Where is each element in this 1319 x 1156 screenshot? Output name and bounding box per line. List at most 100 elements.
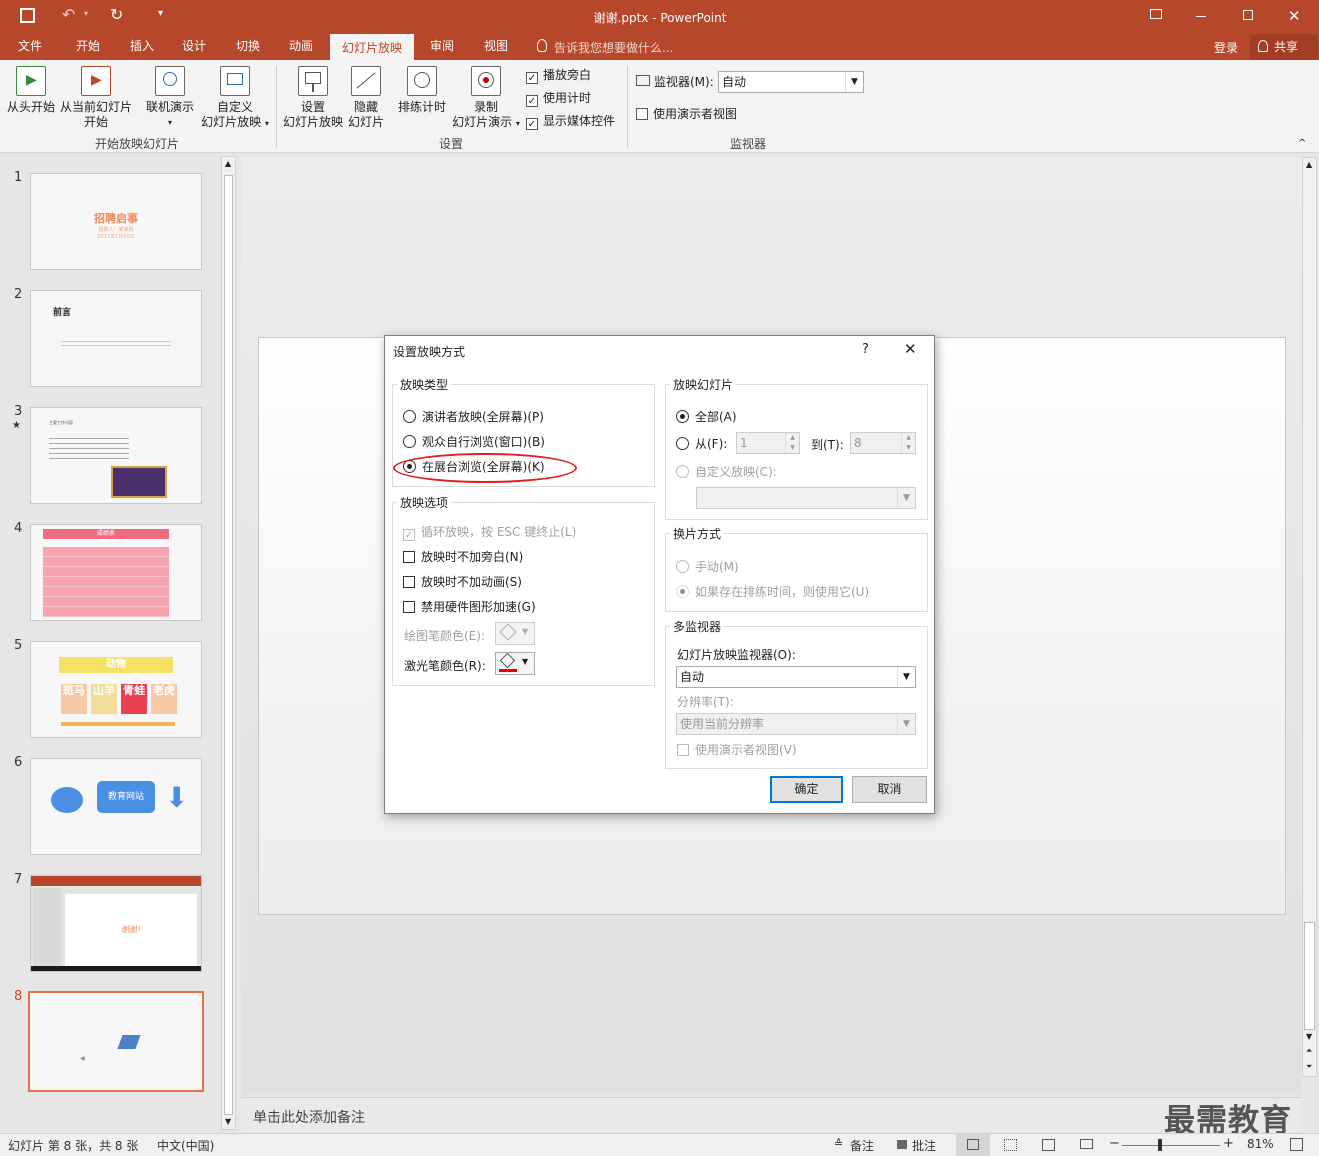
tab-insert[interactable]: 插入: [120, 34, 164, 60]
scroll-up-icon[interactable]: ▲: [225, 159, 231, 168]
fit-to-window-icon[interactable]: [1290, 1138, 1303, 1151]
no-animation-checkbox[interactable]: 放映时不加动画(S): [403, 573, 522, 590]
no-narration-checkbox[interactable]: 放映时不加旁白(N): [403, 548, 523, 565]
slide-number: 3: [14, 404, 23, 419]
online-present-button[interactable]: 联机演示 ▾: [142, 66, 198, 130]
tab-design[interactable]: 设计: [172, 34, 216, 60]
help-icon[interactable]: ?: [862, 342, 869, 357]
chevron-down-icon[interactable]: ▾: [265, 119, 269, 128]
slideshow-view-icon[interactable]: [1080, 1139, 1093, 1149]
scroll-down-icon[interactable]: ▼: [1306, 1032, 1312, 1041]
minimize-icon[interactable]: [1196, 16, 1206, 17]
zoom-level[interactable]: 81%: [1247, 1137, 1274, 1151]
slide-2-title: 前言: [53, 308, 72, 318]
slide-thumbnail-3[interactable]: 主要工作内容: [30, 407, 202, 504]
tab-view[interactable]: 视图: [474, 34, 518, 60]
chevron-down-icon[interactable]: ▾: [142, 115, 198, 130]
slide-scroll-thumb[interactable]: [1304, 922, 1315, 1030]
custom-show-button[interactable]: 自定义 幻灯片放映 ▾: [198, 66, 272, 131]
tab-slideshow[interactable]: 幻灯片放映: [330, 34, 414, 60]
use-timings-check[interactable]: ✓ 使用计时: [526, 89, 591, 107]
tab-animations[interactable]: 动画: [279, 34, 323, 60]
login-link[interactable]: 登录: [1214, 39, 1238, 56]
tab-review[interactable]: 审阅: [420, 34, 464, 60]
record-slideshow-button[interactable]: 录制 幻灯片演示 ▾: [450, 66, 522, 131]
from-slide-radio[interactable]: 从(F):: [676, 435, 727, 452]
radio-selected-icon: [676, 410, 689, 423]
no-narration-label: 放映时不加旁白(N): [421, 550, 524, 564]
zoom-slider-track[interactable]: [1122, 1145, 1220, 1146]
hide-slide-button[interactable]: 隐藏 幻灯片: [346, 66, 386, 130]
setup-slideshow-button[interactable]: 设置 幻灯片放映: [280, 66, 346, 130]
slide-sorter-icon[interactable]: [1004, 1139, 1017, 1151]
language-indicator[interactable]: 中文(中国): [157, 1137, 214, 1154]
presenter-fullscreen-radio[interactable]: 演讲者放映(全屏幕)(P): [403, 408, 544, 425]
next-slide-icon[interactable]: ⏷: [1306, 1062, 1312, 1072]
slide-thumbnail-2[interactable]: 前言: [30, 290, 202, 387]
share-label: 共享: [1274, 40, 1299, 54]
slide-5-cell-2: 山羊: [91, 684, 117, 714]
slide-thumbnail-1[interactable]: 招聘启事 招聘人：某某网 2017年1月10日: [30, 173, 202, 270]
tell-me-box[interactable]: 告诉我您想要做什么...: [554, 39, 673, 56]
thumbnail-scrollbar[interactable]: ▲ ▼: [221, 156, 236, 1130]
slide-number-selected: 8: [14, 989, 23, 1004]
disable-hw-accel-checkbox[interactable]: 禁用硬件图形加速(G): [403, 598, 536, 615]
play-narration-check[interactable]: ✓ 播放旁白: [526, 66, 591, 84]
slide-scrollbar[interactable]: ▲ ▼ ⏶ ⏷: [1302, 157, 1317, 1077]
from-value: 1: [740, 436, 748, 450]
reading-view-icon[interactable]: [1042, 1139, 1055, 1151]
group-label-monitor: 监视器: [730, 137, 767, 151]
all-slides-radio[interactable]: 全部(A): [676, 408, 737, 425]
ok-button[interactable]: 确定: [770, 776, 843, 803]
slide-counter: 幻灯片 第 8 张，共 8 张: [8, 1139, 139, 1153]
zoom-in-icon[interactable]: +: [1223, 1136, 1234, 1151]
slide-thumbnail-7[interactable]: 谢谢!: [30, 875, 202, 972]
record-label: 录制: [473, 100, 498, 114]
slide-1-date: 2017年1月10日: [97, 234, 135, 240]
scroll-down-icon[interactable]: ▼: [225, 1117, 231, 1126]
notes-pane[interactable]: 单击此处添加备注: [241, 1097, 1301, 1132]
slide-thumbnail-5[interactable]: 动物 斑马 山羊 青蛙 老虎: [30, 641, 202, 738]
show-media-check[interactable]: ✓ 显示媒体控件: [526, 112, 615, 130]
save-icon[interactable]: [20, 8, 35, 23]
play-narration-label: 播放旁白: [543, 68, 592, 82]
monitor-select[interactable]: 自动 ▼: [718, 71, 864, 93]
collapse-ribbon-icon[interactable]: ^: [1298, 138, 1306, 149]
hide-slide-icon: [351, 66, 381, 96]
normal-view-icon[interactable]: [956, 1134, 990, 1156]
maximize-icon[interactable]: [1243, 10, 1253, 20]
dialog-title: 设置放映方式: [393, 345, 466, 359]
dialog-close-icon[interactable]: ✕: [904, 340, 917, 358]
thumbnail-scroll-thumb[interactable]: [224, 175, 233, 1115]
tab-transitions[interactable]: 切换: [226, 34, 270, 60]
custom-slides-icon: [220, 66, 250, 96]
from-start-button[interactable]: ▶ 从头开始: [4, 66, 58, 115]
ribbon-display-icon[interactable]: [1150, 9, 1162, 19]
slideshow-monitor-select[interactable]: 自动 ▼: [676, 666, 916, 688]
comments-toggle[interactable]: 批注: [912, 1137, 936, 1154]
slide-thumbnail-4[interactable]: 成绩表: [30, 524, 202, 621]
cancel-button[interactable]: 取消: [852, 776, 927, 803]
close-icon[interactable]: ✕: [1288, 7, 1301, 25]
scroll-up-icon[interactable]: ▲: [1306, 160, 1312, 169]
tab-file[interactable]: 文件: [8, 34, 52, 60]
zoom-out-icon[interactable]: −: [1109, 1136, 1120, 1151]
from-current-button[interactable]: ▶ 从当前幻灯片 开始: [58, 66, 134, 130]
slide-thumbnail-8[interactable]: ◀: [28, 991, 204, 1092]
rehearse-timings-button[interactable]: 排练计时: [394, 66, 450, 115]
window-browse-radio[interactable]: 观众自行浏览(窗口)(B): [403, 433, 545, 450]
notes-toggle[interactable]: 备注: [850, 1137, 874, 1154]
undo-dropdown-icon[interactable]: ▾: [84, 9, 88, 18]
resolution-value: 使用当前分辨率: [680, 717, 765, 731]
ribbon-presenter-view-check[interactable]: 使用演示者视图: [636, 105, 737, 122]
customize-icon[interactable]: ▾: [158, 8, 163, 19]
laser-color-picker[interactable]: ▼: [495, 652, 535, 675]
tab-home[interactable]: 开始: [66, 34, 110, 60]
slide-thumbnail-6[interactable]: 教育网站 ⬇: [30, 758, 202, 855]
zoom-slider-thumb[interactable]: [1158, 1139, 1162, 1151]
share-button[interactable]: 共享: [1250, 34, 1318, 60]
chevron-down-icon[interactable]: ▾: [516, 119, 520, 128]
redo-icon[interactable]: ↻: [110, 5, 123, 24]
undo-icon[interactable]: ↶: [62, 5, 75, 24]
previous-slide-icon[interactable]: ⏶: [1306, 1046, 1312, 1056]
